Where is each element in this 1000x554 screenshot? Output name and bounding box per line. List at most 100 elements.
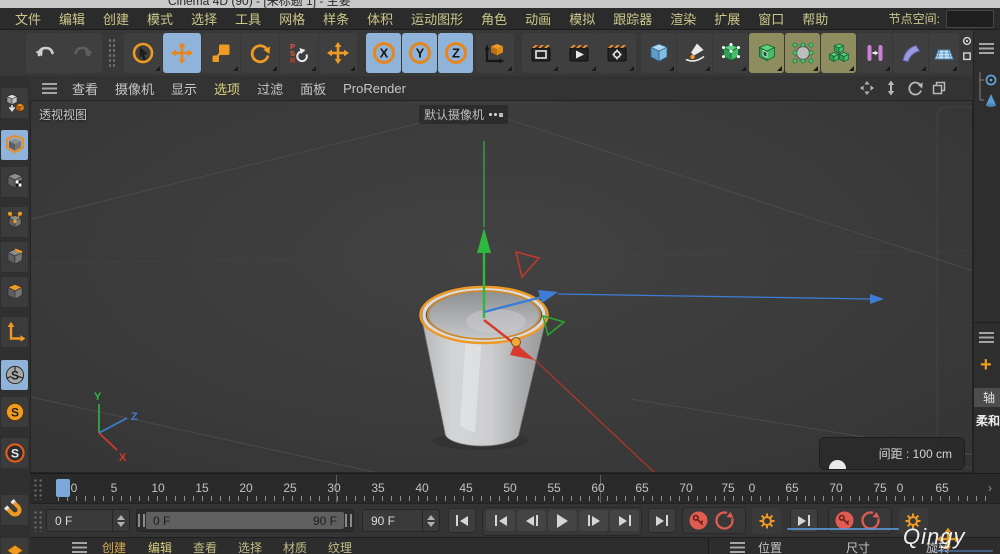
range-start-grip[interactable] bbox=[138, 514, 145, 527]
record-keyframe-button[interactable] bbox=[688, 510, 709, 531]
menu-spline[interactable]: 样条 bbox=[314, 9, 358, 28]
toolbar-grip[interactable] bbox=[108, 38, 117, 68]
material-menu-material[interactable]: 材质 bbox=[283, 539, 307, 554]
render-picture-viewer-button[interactable] bbox=[560, 33, 598, 73]
axis-tab[interactable]: 轴 bbox=[974, 388, 1000, 407]
material-menu-texture[interactable]: 纹理 bbox=[328, 539, 352, 554]
timeline-ruler[interactable]: 0 5 10 15 20 25 30 35 40 45 50 55 60 65 … bbox=[30, 473, 1000, 504]
menu-animate[interactable]: 动画 bbox=[516, 9, 560, 28]
menu-window[interactable]: 窗口 bbox=[749, 9, 793, 28]
menu-extensions[interactable]: 扩展 bbox=[705, 9, 749, 28]
menu-create[interactable]: 创建 bbox=[94, 9, 138, 28]
object-manager-menu-icon[interactable] bbox=[979, 43, 994, 54]
keyframe-settings-button[interactable] bbox=[752, 508, 782, 534]
preview-range-slider[interactable]: 0 F 90 F bbox=[136, 509, 354, 532]
volume-builder-button[interactable] bbox=[821, 33, 856, 73]
mograph-button[interactable] bbox=[857, 33, 892, 73]
vp-menu-view[interactable]: 查看 bbox=[64, 79, 106, 98]
zoom-view-icon[interactable] bbox=[883, 80, 899, 96]
texture-mode-button[interactable] bbox=[1, 167, 28, 197]
previous-key-button[interactable] bbox=[486, 510, 515, 531]
subdivision-surface-button[interactable] bbox=[713, 33, 748, 73]
menu-render[interactable]: 渲染 bbox=[661, 9, 705, 28]
goto-end-button-artifact[interactable] bbox=[790, 508, 818, 533]
autokey-button[interactable] bbox=[860, 510, 881, 531]
autokey-button[interactable] bbox=[714, 510, 735, 531]
record-keyframe-button[interactable] bbox=[834, 510, 855, 531]
range-end-grip[interactable] bbox=[345, 514, 352, 527]
menu-edit[interactable]: 编辑 bbox=[50, 9, 94, 28]
spinner-arrows-icon[interactable] bbox=[422, 510, 439, 531]
ruler-scroll-arrow[interactable]: › bbox=[988, 481, 992, 495]
menu-help[interactable]: 帮助 bbox=[793, 9, 837, 28]
live-selection-button[interactable] bbox=[124, 33, 162, 73]
points-mode-button[interactable] bbox=[1, 207, 28, 237]
menu-tools[interactable]: 工具 bbox=[226, 9, 270, 28]
cube-primitive-button[interactable] bbox=[641, 33, 676, 73]
object-item-camera[interactable] bbox=[986, 75, 995, 84]
transport-grip[interactable] bbox=[33, 510, 43, 532]
polygons-mode-button[interactable] bbox=[1, 277, 28, 307]
menu-select[interactable]: 选择 bbox=[182, 9, 226, 28]
edges-mode-button[interactable] bbox=[1, 242, 28, 272]
node-space-dropdown[interactable] bbox=[946, 10, 994, 28]
extrude-generator-button[interactable] bbox=[749, 33, 784, 73]
snap-settings-button[interactable]: S bbox=[1, 438, 28, 468]
object-item-light[interactable] bbox=[986, 94, 996, 107]
rotate-view-icon[interactable] bbox=[907, 80, 923, 96]
render-view-button[interactable] bbox=[522, 33, 560, 73]
goto-end-button[interactable] bbox=[648, 508, 676, 533]
y-axis-handle[interactable] bbox=[477, 228, 491, 253]
range-bar[interactable]: 0 F 90 F bbox=[146, 512, 344, 529]
vp-menu-filter[interactable]: 过滤 bbox=[249, 79, 291, 98]
menu-mode[interactable]: 模式 bbox=[138, 9, 182, 28]
bend-deformer-button[interactable] bbox=[893, 33, 928, 73]
menu-tracker[interactable]: 跟踪器 bbox=[604, 9, 661, 28]
floor-object-button[interactable] bbox=[929, 33, 959, 73]
menu-simulate[interactable]: 模拟 bbox=[560, 9, 604, 28]
menu-file[interactable]: 文件 bbox=[6, 9, 50, 28]
vp-menu-options[interactable]: 选项 bbox=[206, 79, 248, 98]
previous-frame-button[interactable] bbox=[517, 510, 546, 531]
vp-menu-display[interactable]: 显示 bbox=[163, 79, 205, 98]
render-settings-button[interactable] bbox=[598, 33, 636, 73]
keyframe-settings-button-artifact[interactable] bbox=[898, 508, 928, 534]
goto-start-button[interactable] bbox=[448, 508, 476, 533]
material-menu-create[interactable]: 创建 bbox=[102, 539, 126, 554]
last-frame-spinner[interactable]: 90 F bbox=[362, 509, 440, 532]
spinner-arrows-icon[interactable] bbox=[112, 510, 129, 531]
add-attribute-icon[interactable]: + bbox=[980, 356, 992, 374]
camera-name-label[interactable]: 默认摄像机 bbox=[419, 105, 508, 124]
make-editable-button[interactable] bbox=[1, 88, 28, 118]
menu-volume[interactable]: 体积 bbox=[358, 9, 402, 28]
current-frame-spinner[interactable]: 0 F bbox=[46, 509, 130, 532]
scale-tool-button[interactable] bbox=[202, 33, 240, 73]
snap-mode-button[interactable]: S bbox=[1, 397, 28, 427]
material-menu-edit[interactable]: 编辑 bbox=[148, 539, 172, 554]
undo-button[interactable] bbox=[26, 33, 64, 73]
coordinate-menu-icon[interactable] bbox=[730, 542, 745, 553]
scene-nodes-button[interactable] bbox=[961, 35, 973, 65]
3d-viewport[interactable]: Y Z X 透视视图 默认摄像机 间距 : 100 cm bbox=[30, 100, 973, 473]
menu-character[interactable]: 角色 bbox=[472, 9, 516, 28]
rotate-tool-button[interactable] bbox=[241, 33, 279, 73]
material-menu-select[interactable]: 选择 bbox=[238, 539, 262, 554]
timeline-playhead[interactable] bbox=[56, 479, 70, 497]
menu-mesh[interactable]: 网格 bbox=[270, 9, 314, 28]
ffd-deformer-button[interactable] bbox=[785, 33, 820, 73]
move-tool-button[interactable] bbox=[163, 33, 201, 73]
menu-mograph[interactable]: 运动图形 bbox=[402, 9, 472, 28]
maximize-view-icon[interactable] bbox=[931, 80, 947, 96]
viewport-menu-icon[interactable] bbox=[42, 83, 57, 94]
redo-button[interactable] bbox=[64, 33, 102, 73]
next-key-button[interactable] bbox=[610, 510, 639, 531]
lock-y-button[interactable]: Y bbox=[402, 33, 437, 73]
ruler-grip[interactable] bbox=[33, 478, 43, 500]
spline-pen-button[interactable] bbox=[677, 33, 712, 73]
vp-menu-cameras[interactable]: 摄像机 bbox=[107, 79, 162, 98]
coordinate-system-button[interactable] bbox=[476, 33, 514, 73]
material-menu-view[interactable]: 查看 bbox=[193, 539, 217, 554]
magnet-tool-button[interactable] bbox=[1, 495, 28, 525]
material-menu-icon[interactable] bbox=[72, 542, 87, 553]
psr-reset-button[interactable]: PSR bbox=[280, 33, 318, 73]
